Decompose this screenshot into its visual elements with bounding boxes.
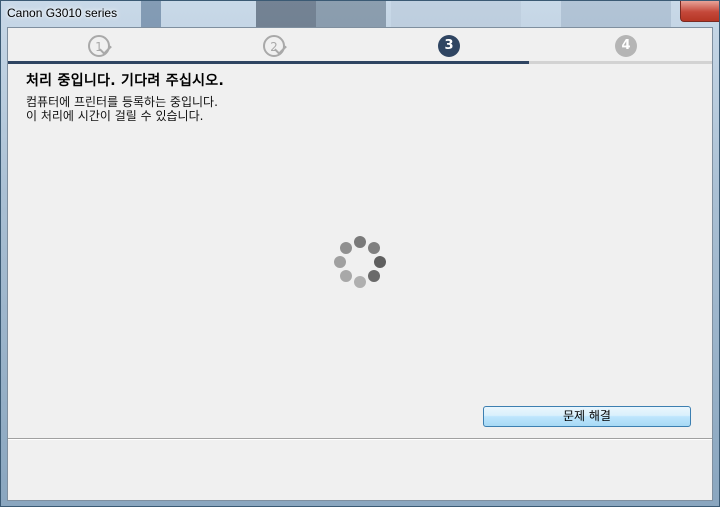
step-3-label: 3 [444, 38, 454, 53]
window-title: Canon G3010 series [7, 6, 118, 20]
step-progress-track [8, 61, 712, 64]
loading-spinner-icon [328, 230, 392, 294]
spinner-dot [374, 256, 386, 268]
spinner-dot [368, 241, 381, 254]
troubleshoot-button[interactable]: 문제 해결 [483, 406, 691, 427]
footer-divider [8, 438, 712, 440]
step-progress-fill [8, 61, 529, 64]
description-line-2: 이 처리에 시간이 걸릴 수 있습니다. [26, 109, 204, 123]
installer-content: 1 2 3 4 처리 중입니다. 기다려 주십시오. 컴퓨터에 프린터를 등록하… [7, 27, 713, 501]
step-3-current: 3 [438, 35, 460, 57]
spinner-dot [339, 241, 352, 254]
close-button[interactable] [680, 1, 719, 22]
status-description: 컴퓨터에 프린터를 등록하는 중입니다. 이 처리에 시간이 걸릴 수 있습니다… [26, 95, 218, 123]
spinner-dot [368, 270, 381, 283]
step-4-label: 4 [621, 38, 631, 53]
description-line-1: 컴퓨터에 프린터를 등록하는 중입니다. [26, 95, 218, 109]
title-bar[interactable]: Canon G3010 series [1, 1, 719, 27]
installer-window: Canon G3010 series 1 2 3 4 처리 중입니다. 기다려 … [0, 0, 720, 507]
spinner-dot [354, 276, 366, 288]
step-indicator: 1 2 3 4 [8, 28, 712, 64]
spinner-dot [354, 236, 366, 248]
spinner-dot [339, 270, 352, 283]
page-heading: 처리 중입니다. 기다려 주십시오. [26, 73, 225, 89]
step-4-pending: 4 [615, 35, 637, 57]
spinner-dot [334, 256, 346, 268]
